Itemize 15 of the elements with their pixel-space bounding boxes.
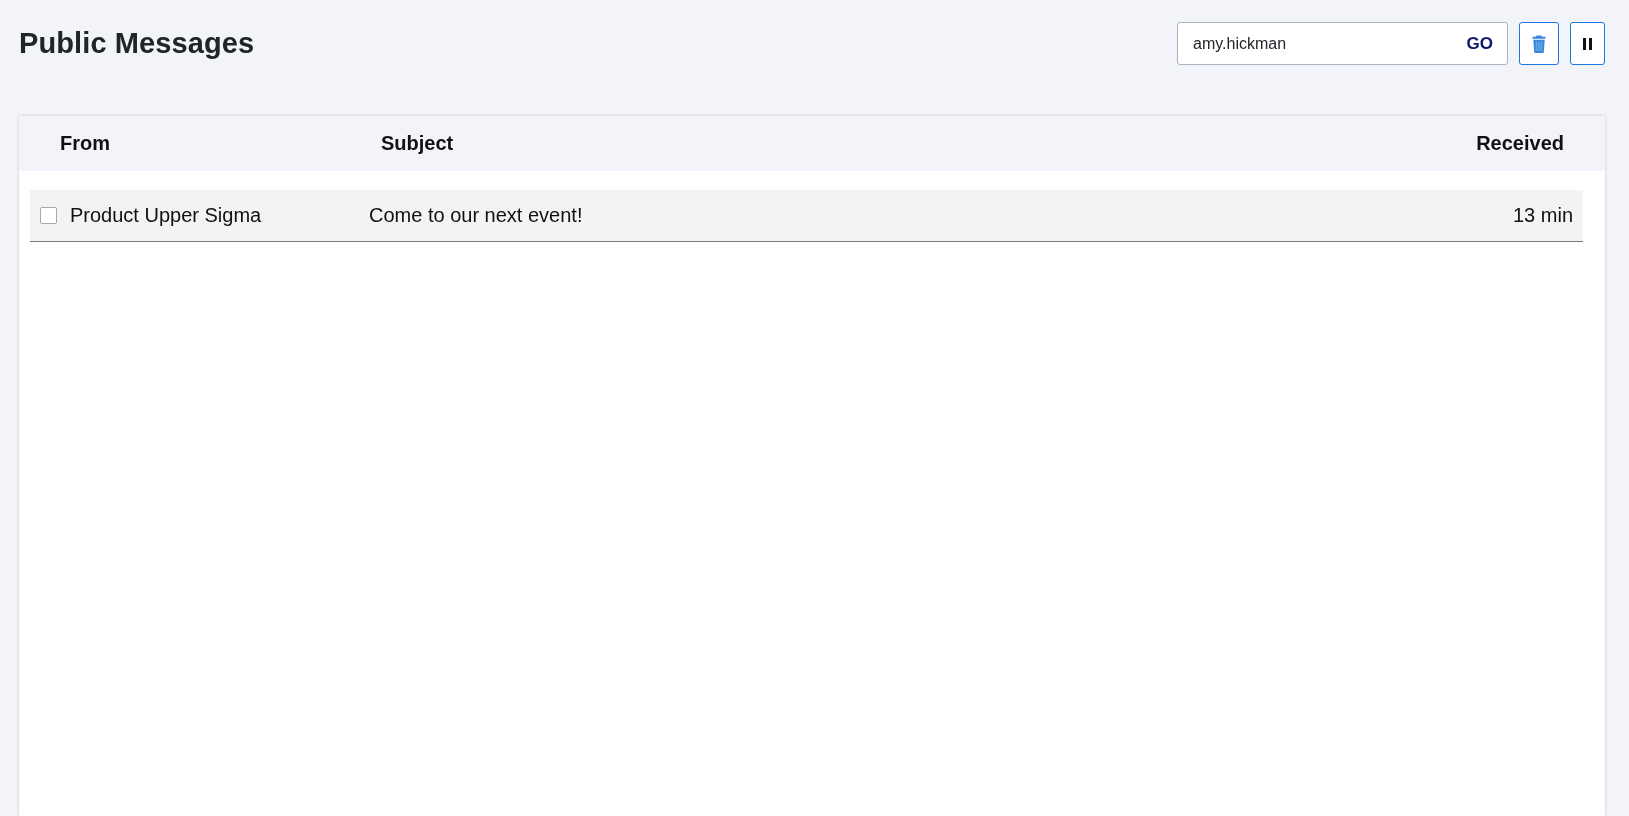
page-title: Public Messages bbox=[19, 27, 255, 60]
delete-button[interactable] bbox=[1519, 22, 1559, 65]
column-header[interactable]: Received bbox=[1476, 132, 1564, 155]
row-checkbox[interactable] bbox=[40, 207, 57, 224]
search-field[interactable]: amy.hickman GO bbox=[1177, 22, 1508, 65]
column-header[interactable]: Subject bbox=[381, 132, 454, 155]
pause-button[interactable] bbox=[1570, 22, 1605, 65]
received-cell: 13 min bbox=[1512, 204, 1573, 227]
subject-cell: Come to our next event! bbox=[369, 204, 583, 227]
go-button[interactable]: GO bbox=[1458, 23, 1507, 64]
trash-icon bbox=[1532, 34, 1546, 53]
pause-icon bbox=[1583, 37, 1592, 50]
sender-cell: Product Upper Sigma bbox=[70, 204, 262, 227]
column-header[interactable]: From bbox=[60, 132, 110, 155]
message-row[interactable]: Product Upper Sigma Come to our next event! 13 min bbox=[30, 190, 1583, 242]
